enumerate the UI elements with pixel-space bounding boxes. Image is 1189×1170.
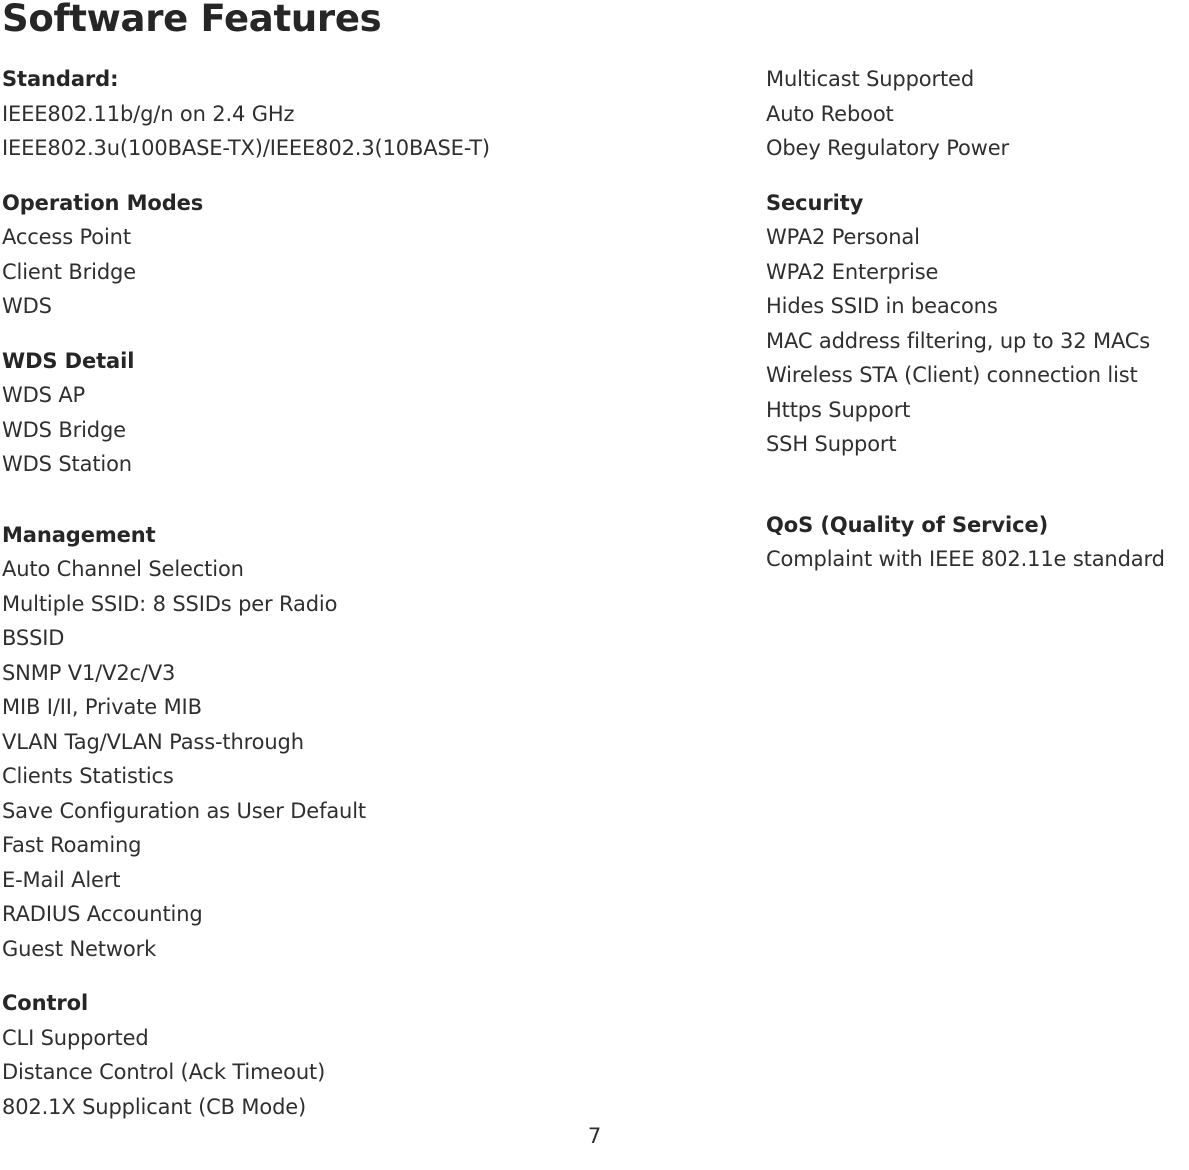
feature-item: Clients Statistics: [2, 764, 174, 788]
feature-group-heading: Security: [766, 190, 864, 215]
feature-item: Hides SSID in beacons: [766, 294, 998, 318]
feature-group: Multicast Supported Auto Reboot Obey Regul…: [766, 62, 1189, 166]
page-title: Software Features: [2, 0, 382, 40]
feature-item: WPA2 Personal: [766, 225, 920, 249]
feature-group-heading: Operation Modes: [2, 190, 204, 215]
feature-item: SNMP V1/V2c/V3: [2, 660, 176, 685]
feature-item: BSSID: [2, 626, 65, 650]
feature-item: Distance Control (Ack Timeout): [2, 1060, 326, 1084]
page-number: 7: [587, 1124, 602, 1148]
feature-item: Access Point: [2, 225, 131, 249]
feature-group: WDS Detail WDS AP WDS Bridge WDS Station: [2, 344, 742, 482]
feature-item: WDS: [2, 294, 52, 318]
feature-item: Guest Network: [2, 936, 157, 961]
feature-item: WDS Station: [2, 452, 132, 476]
feature-item: Multiple SSID: 8 SSIDs per Radio: [2, 591, 338, 616]
feature-group-heading: Standard:: [2, 67, 119, 91]
feature-item: Save Configuration as User Default: [2, 798, 366, 823]
feature-item: CLI Supported: [2, 1025, 149, 1050]
feature-group: Security WPA2 Personal WPA2 Enterprise Hide…: [766, 186, 1189, 462]
feature-item: MIB I/II, Private MIB: [2, 695, 202, 719]
feature-item: E-Mail Alert: [2, 867, 121, 892]
document-page: Software Features Standard: IEEE802.11b/g…: [0, 0, 1189, 1170]
feature-item: WPA2 Enterprise: [766, 259, 939, 284]
right-column: Multicast Supported Auto Reboot Obey Regul…: [766, 62, 1189, 577]
feature-item: Client Bridge: [2, 259, 136, 284]
feature-group-heading: Management: [2, 522, 156, 547]
feature-item: Complaint with IEEE 802.11e standard: [766, 547, 1165, 571]
feature-group: Management Auto Channel Selection Multiple…: [2, 518, 742, 967]
feature-item: VLAN Tag/VLAN Pass-through: [2, 729, 304, 754]
feature-item: Fast Roaming: [2, 833, 142, 857]
feature-group: Control CLI Supported Distance Control (Ac…: [2, 986, 742, 1124]
feature-item: 802.1X Supplicant (CB Mode): [2, 1094, 307, 1119]
feature-item: IEEE802.11b/g/n on 2.4 GHz: [2, 101, 295, 126]
feature-group-heading: QoS (Quality of Service): [766, 512, 1049, 537]
feature-item: IEEE802.3u(100BASE-TX)/IEEE802.3(10BASE-…: [2, 136, 490, 160]
feature-item: SSH Support: [766, 432, 897, 456]
feature-group: QoS (Quality of Service) Complaint with I…: [766, 508, 1189, 577]
feature-item: RADIUS Accounting: [2, 902, 203, 926]
feature-item: Https Support: [766, 397, 911, 422]
feature-group-heading: Control: [2, 991, 89, 1015]
left-column: Standard: IEEE802.11b/g/n on 2.4 GHz IEEE8…: [2, 62, 742, 1124]
feature-group-heading: WDS Detail: [2, 348, 135, 373]
feature-item: Auto Channel Selection: [2, 557, 244, 581]
feature-item: Obey Regulatory Power: [766, 136, 1009, 160]
feature-group: Operation Modes Access Point Client Bridge…: [2, 186, 742, 324]
feature-item: Multicast Supported: [766, 67, 975, 91]
feature-group: Standard: IEEE802.11b/g/n on 2.4 GHz IEEE8…: [2, 62, 742, 166]
feature-item: Wireless STA (Client) connection list: [766, 363, 1138, 387]
feature-item: MAC address filtering, up to 32 MACs: [766, 328, 1151, 353]
feature-item: WDS AP: [2, 383, 86, 407]
feature-item: Auto Reboot: [766, 101, 894, 126]
feature-item: WDS Bridge: [2, 417, 126, 442]
